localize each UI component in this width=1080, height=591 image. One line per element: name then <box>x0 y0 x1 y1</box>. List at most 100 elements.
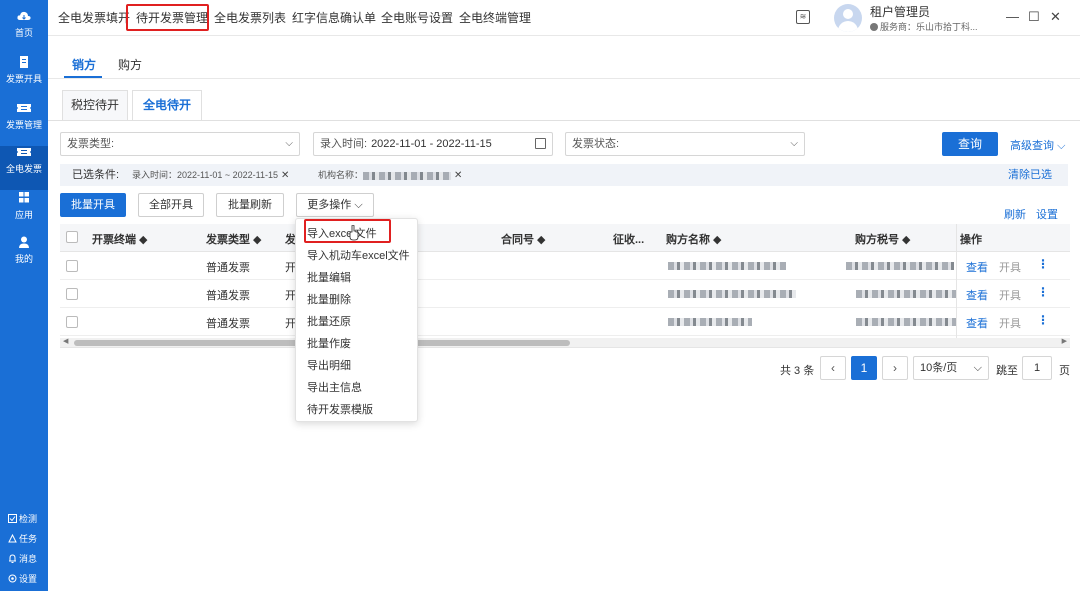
more-icon[interactable]: ⋮ <box>1037 313 1049 327</box>
column-header-levy[interactable]: 征收... <box>613 231 644 247</box>
bell-icon <box>9 554 16 563</box>
condition-tag-org-name[interactable]: 机构名称： ✕ <box>318 164 462 187</box>
tab-seller[interactable]: 销方 <box>72 56 96 73</box>
column-header-invoice-type[interactable]: 发票类型 ◆ <box>206 231 262 247</box>
issue-link[interactable]: 开具 <box>999 287 1021 303</box>
horizontal-scrollbar[interactable]: ◀ ▶ <box>60 338 1070 348</box>
nav-red-letter-confirm[interactable]: 红字信息确认单 <box>292 9 376 26</box>
refresh-link[interactable]: 刷新 <box>1004 206 1026 222</box>
column-header-buyer-name[interactable]: 购方名称 ◆ <box>666 231 722 247</box>
jump-label: 跳至 <box>996 365 1018 377</box>
issue-link[interactable]: 开具 <box>999 259 1021 275</box>
scroll-right-icon[interactable]: ▶ <box>1062 337 1067 345</box>
minimize-button[interactable]: — <box>1006 9 1019 24</box>
column-header-terminal[interactable]: 开票终端 ◆ <box>92 231 148 247</box>
nav-invoice-fill[interactable]: 全电发票填开 <box>58 9 130 26</box>
row-checkbox[interactable] <box>66 260 78 272</box>
chevron-left-icon: ‹ <box>831 361 835 375</box>
chevron-down-icon: ⌵ <box>790 138 798 149</box>
more-icon[interactable]: ⋮ <box>1037 285 1049 299</box>
sidebar-item-invoice-manage[interactable]: 发票管理 <box>0 102 48 146</box>
issue-all-button[interactable]: 全部开具 <box>138 193 204 217</box>
column-header-buyer-tax-no[interactable]: 购方税号 ◆ <box>855 231 911 247</box>
row-checkbox[interactable] <box>66 288 78 300</box>
clear-selected-link[interactable]: 清除已选 <box>1008 164 1052 186</box>
menu-item-import-vehicle-excel[interactable]: 导入机动车excel文件 <box>307 247 410 263</box>
view-link[interactable]: 查看 <box>966 287 988 303</box>
view-link[interactable]: 查看 <box>966 315 988 331</box>
divider <box>48 78 1080 79</box>
sidebar-item-message[interactable]: 消息 <box>0 550 48 568</box>
invoice-type-select[interactable]: 发票类型: ⌵ <box>60 132 300 156</box>
menu-item-batch-delete[interactable]: 批量删除 <box>307 291 351 307</box>
close-icon[interactable]: ✕ <box>454 170 462 181</box>
select-all-checkbox[interactable] <box>66 231 78 243</box>
sidebar-item-home[interactable]: 首页 <box>0 10 48 54</box>
jump-page-input[interactable]: 1 <box>1022 356 1052 380</box>
nav-account-settings[interactable]: 全电账号设置 <box>381 9 453 26</box>
query-button[interactable]: 查询 <box>942 132 998 156</box>
nav-highlight-box <box>126 4 209 31</box>
tab-all-electric-pending[interactable]: 全电待开 <box>132 90 202 120</box>
sidebar-item-invoice-issue[interactable]: 发票开具 <box>0 56 48 100</box>
tab-buyer[interactable]: 购方 <box>118 56 142 73</box>
more-actions-button[interactable]: 更多操作 ⌵ <box>296 193 374 217</box>
sidebar-item-task[interactable]: 任务 <box>0 530 48 548</box>
row-checkbox[interactable] <box>66 316 78 328</box>
page-size-select[interactable]: 10条/页 ⌵ <box>913 356 989 380</box>
sidebar-bottom-label: 消息 <box>19 554 38 564</box>
nav-invoice-list[interactable]: 全电发票列表 <box>214 9 286 26</box>
menu-item-export-main-info[interactable]: 导出主信息 <box>307 379 362 395</box>
tab-tax-control-pending[interactable]: 税控待开 <box>62 90 128 120</box>
cell-invoice-type: 普通发票 <box>206 262 250 274</box>
switch-icon[interactable]: ≋ <box>796 10 810 24</box>
menu-item-export-detail[interactable]: 导出明细 <box>307 357 351 373</box>
service-provider: 服务商：乐山市拾丁科... <box>870 20 978 33</box>
advanced-query-link[interactable]: 高级查询 ⌵ <box>1010 137 1065 153</box>
sidebar-item-settings[interactable]: 设置 <box>0 570 48 588</box>
column-header-contract-no[interactable]: 合同号 ◆ <box>501 231 546 247</box>
more-icon[interactable]: ⋮ <box>1037 257 1049 271</box>
nav-terminal-manage[interactable]: 全电终端管理 <box>459 9 531 26</box>
batch-refresh-button[interactable]: 批量刷新 <box>216 193 284 217</box>
table-row: 普通发票 开 查看 开具 ⋮ <box>60 308 1070 336</box>
buyer-tax-redacted <box>856 290 956 298</box>
sidebar-item-mine[interactable]: 我的 <box>0 236 48 280</box>
apps-grid-icon <box>19 192 29 203</box>
info-icon <box>870 23 878 31</box>
home-cloud-icon <box>17 11 31 20</box>
gear-icon <box>8 574 17 583</box>
sidebar-item-detect[interactable]: 检测 <box>0 510 48 528</box>
invoice-status-select[interactable]: 发票状态: ⌵ <box>565 132 805 156</box>
menu-item-batch-edit[interactable]: 批量编辑 <box>307 269 351 285</box>
settings-link[interactable]: 设置 <box>1036 206 1058 222</box>
sidebar-item-label: 发票开具 <box>5 74 42 84</box>
menu-item-batch-restore[interactable]: 批量还原 <box>307 313 351 329</box>
prev-page-button[interactable]: ‹ <box>820 356 846 380</box>
entry-time-range[interactable]: 录入时间: 2022-11-01 - 2022-11-15 <box>313 132 553 156</box>
sidebar-item-label: 首页 <box>14 28 33 38</box>
condition-tag-entry-time[interactable]: 录入时间：2022-11-01 ~ 2022-11-15 ✕ <box>132 164 289 187</box>
menu-item-batch-void[interactable]: 批量作废 <box>307 335 351 351</box>
page-suffix: 页 <box>1059 365 1070 377</box>
sidebar: 首页 发票开具 发票管理 全电发票 应用 我的 检测 任务 消息 设置 <box>0 0 48 591</box>
batch-issue-button[interactable]: 批量开具 <box>60 193 126 217</box>
selected-conditions-bar: 已选条件: 录入时间：2022-11-01 ~ 2022-11-15 ✕ 机构名称… <box>60 164 1068 186</box>
column-header-actions: 操作 <box>960 234 982 246</box>
page-button-current[interactable]: 1 <box>851 356 877 380</box>
close-icon[interactable]: ✕ <box>281 170 289 181</box>
ticket-icon <box>17 148 31 156</box>
issue-link[interactable]: 开具 <box>999 315 1021 331</box>
close-button[interactable]: ✕ <box>1050 9 1061 25</box>
sidebar-item-label: 我的 <box>14 254 33 264</box>
sidebar-item-apps[interactable]: 应用 <box>0 192 48 236</box>
menu-item-pending-template[interactable]: 待开发票模版 <box>307 401 373 417</box>
avatar[interactable] <box>834 4 862 32</box>
next-page-button[interactable]: › <box>882 356 908 380</box>
conditions-label: 已选条件: <box>72 169 120 181</box>
scroll-left-icon[interactable]: ◀ <box>63 337 68 345</box>
maximize-button[interactable]: ☐ <box>1028 9 1040 25</box>
task-icon <box>8 534 17 543</box>
sidebar-item-all-electric-invoice[interactable]: 全电发票 <box>0 146 48 190</box>
view-link[interactable]: 查看 <box>966 259 988 275</box>
